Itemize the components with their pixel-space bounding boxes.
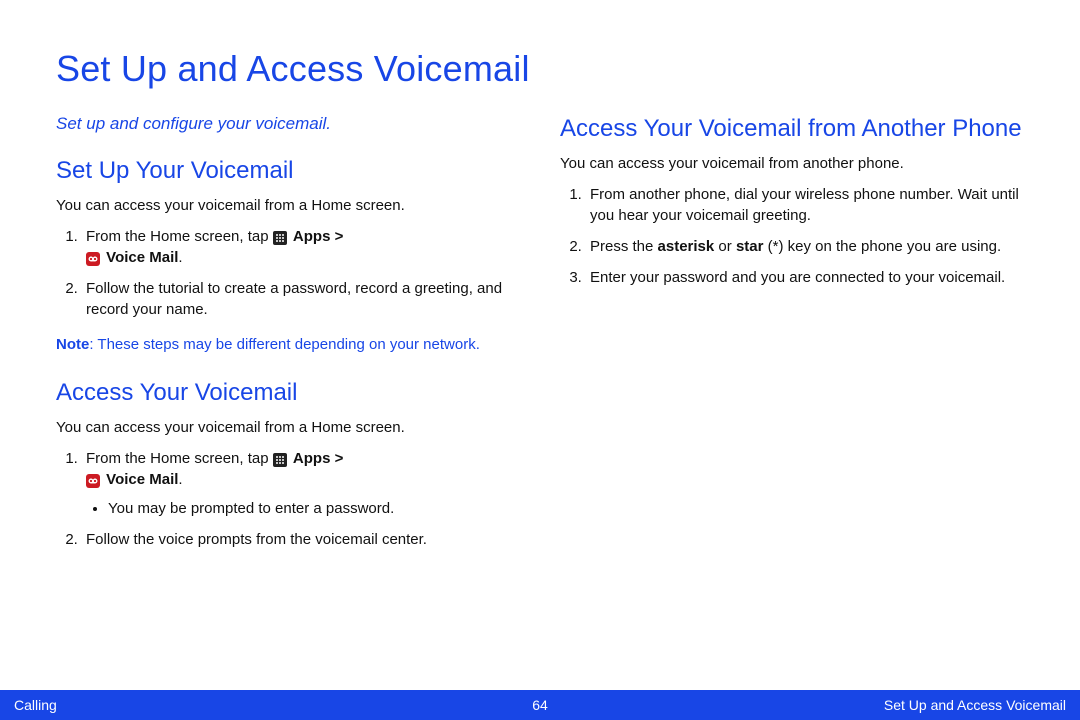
step-item: From the Home screen, tap Apps > Voice M… bbox=[82, 448, 520, 519]
intro-access: You can access your voicemail from a Hom… bbox=[56, 418, 520, 438]
page-number: 64 bbox=[0, 697, 1080, 713]
voicemail-label: Voice Mail bbox=[106, 471, 178, 488]
steps-set-up: From the Home screen, tap Apps > Voice M… bbox=[56, 226, 520, 320]
star-label: star bbox=[736, 238, 764, 255]
voicemail-icon bbox=[86, 474, 100, 488]
step-item: Follow the voice prompts from the voicem… bbox=[82, 529, 520, 550]
step-item: From another phone, dial your wireless p… bbox=[586, 184, 1024, 226]
heading-access-another: Access Your Voicemail from Another Phone bbox=[560, 114, 1024, 144]
note-label: Note bbox=[56, 336, 89, 353]
step-text: Press the bbox=[590, 238, 658, 255]
sub-bullets: You may be prompted to enter a password. bbox=[86, 498, 520, 519]
asterisk-label: asterisk bbox=[658, 238, 715, 255]
note-text: : These steps may be different depending… bbox=[89, 336, 480, 353]
bullet-item: You may be prompted to enter a password. bbox=[108, 498, 520, 519]
steps-access: From the Home screen, tap Apps > Voice M… bbox=[56, 448, 520, 550]
step-item: Enter your password and you are connecte… bbox=[586, 267, 1024, 288]
note: Note: These steps may be different depen… bbox=[56, 334, 520, 356]
step-text: key on the phone you are using. bbox=[788, 238, 1002, 255]
apps-icon bbox=[273, 453, 287, 467]
heading-set-up: Set Up Your Voicemail bbox=[56, 156, 520, 186]
heading-access: Access Your Voicemail bbox=[56, 378, 520, 408]
gt-separator: > bbox=[330, 450, 343, 467]
step-text: or bbox=[714, 238, 736, 255]
step-item: Press the asterisk or star (*) key on th… bbox=[586, 236, 1024, 257]
step-text: . bbox=[178, 249, 182, 266]
step-item: From the Home screen, tap Apps > Voice M… bbox=[82, 226, 520, 268]
intro-access-another: You can access your voicemail from anoth… bbox=[560, 154, 1024, 174]
voicemail-label: Voice Mail bbox=[106, 249, 178, 266]
gt-separator: > bbox=[330, 228, 343, 245]
step-text: From the Home screen, tap bbox=[86, 228, 273, 245]
step-text: (*) bbox=[763, 238, 787, 255]
intro-set-up: You can access your voicemail from a Hom… bbox=[56, 196, 520, 216]
left-column: Set up and configure your voicemail. Set… bbox=[56, 114, 520, 564]
steps-access-another: From another phone, dial your wireless p… bbox=[560, 184, 1024, 288]
subtitle: Set up and configure your voicemail. bbox=[56, 114, 520, 134]
step-text: . bbox=[178, 471, 182, 488]
step-item: Follow the tutorial to create a password… bbox=[82, 278, 520, 320]
apps-label: Apps bbox=[293, 450, 331, 467]
footer-bar: Calling 64 Set Up and Access Voicemail bbox=[0, 690, 1080, 720]
right-column: Access Your Voicemail from Another Phone… bbox=[560, 114, 1024, 564]
voicemail-icon bbox=[86, 252, 100, 266]
page-title: Set Up and Access Voicemail bbox=[56, 48, 1024, 90]
apps-label: Apps bbox=[293, 228, 331, 245]
apps-icon bbox=[273, 231, 287, 245]
step-text: From the Home screen, tap bbox=[86, 450, 273, 467]
